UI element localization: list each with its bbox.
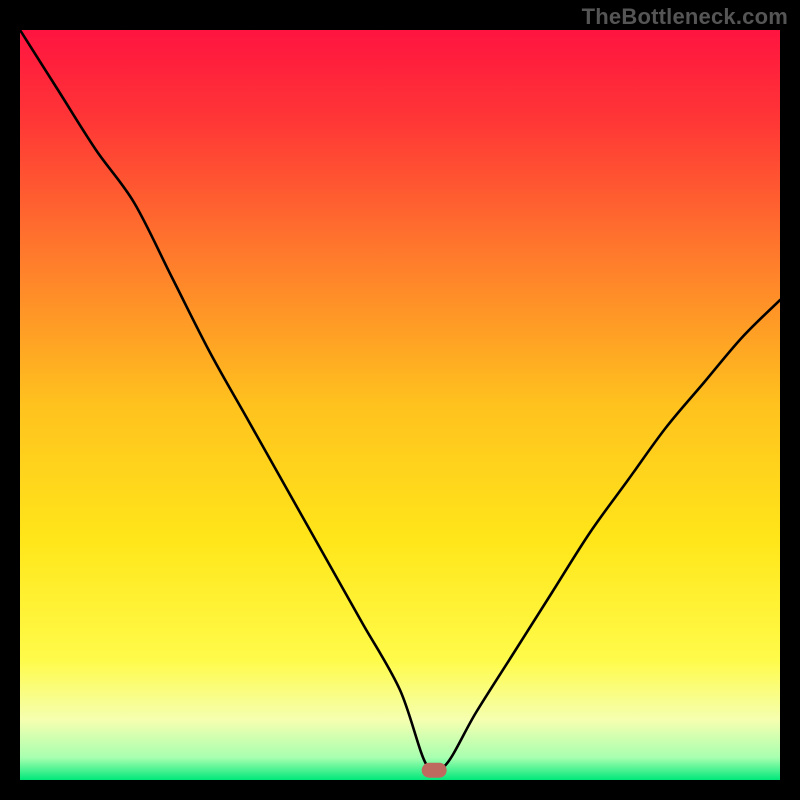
gradient-background	[20, 30, 780, 780]
chart-frame: TheBottleneck.com	[0, 0, 800, 800]
plot-area	[20, 30, 780, 780]
watermark-text: TheBottleneck.com	[582, 4, 788, 30]
chart-svg	[20, 30, 780, 780]
optimal-point-marker	[422, 763, 446, 777]
